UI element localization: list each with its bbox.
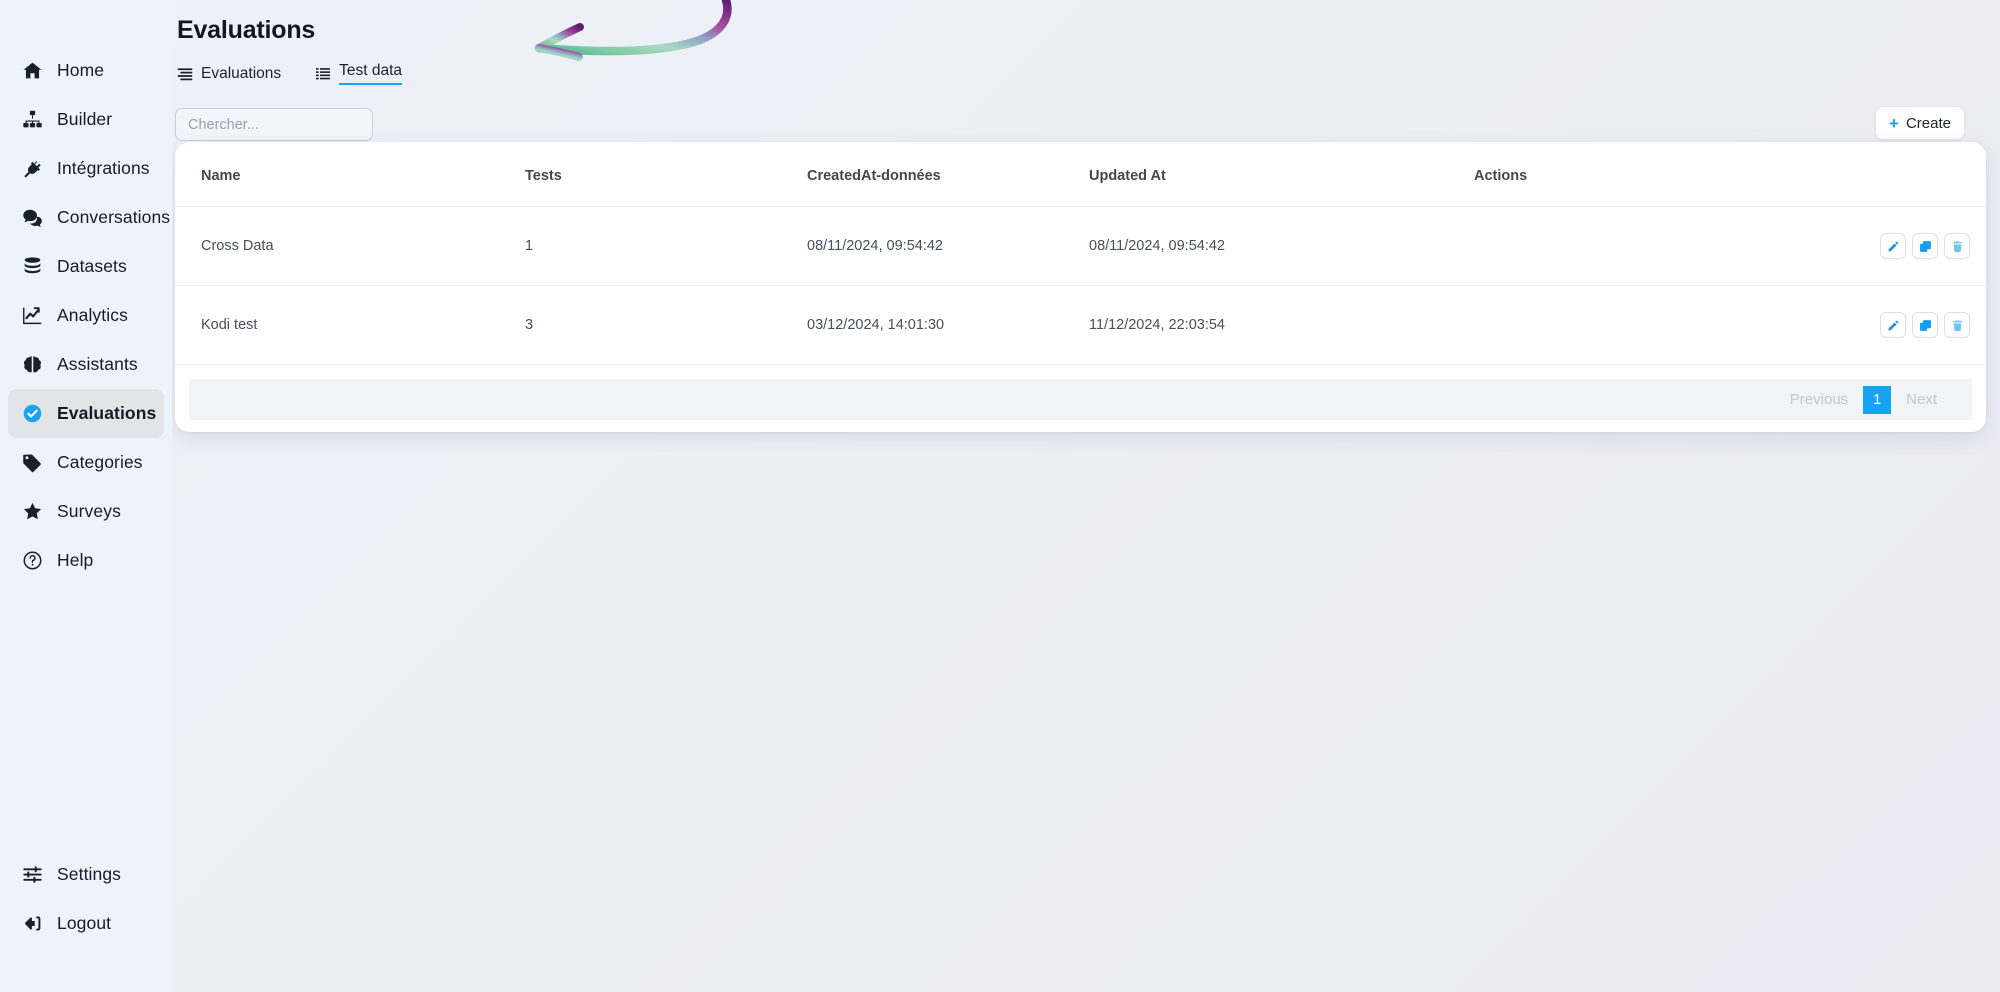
sidebar-item-label: Categories [57,452,143,472]
delete-button[interactable] [1944,312,1970,338]
list-icon [177,66,193,82]
search-input[interactable] [175,108,373,141]
sidebar-item-categories[interactable]: Categories [8,438,164,487]
duplicate-button[interactable] [1912,312,1938,338]
duplicate-button[interactable] [1912,233,1938,259]
sidebar-item-conversations[interactable]: Conversations [8,193,170,242]
cell-name: Cross Data [175,206,525,286]
decorative-arrow-icon [534,0,732,61]
sidebar-item-evaluations[interactable]: Evaluations [8,389,164,438]
main-content: Evaluations Evaluations Test data Cherch… [172,0,2000,992]
sidebar-item-label: Surveys [57,501,121,521]
column-header-name: Name [175,142,525,207]
star-icon [22,501,43,522]
sidebar-item-label: Builder [57,109,113,129]
cell-created-at: 03/12/2024, 14:01:30 [807,285,1089,365]
sidebar: Home Builder Intégrations Conversations [0,0,172,992]
chart-line-icon [22,305,43,326]
column-header-tests: Tests [525,142,807,207]
create-button[interactable]: + Create [1875,106,1965,140]
sidebar-item-label: Home [57,60,105,80]
create-button-label: Create [1905,114,1951,132]
cell-created-at: 08/11/2024, 09:54:42 [807,206,1089,286]
trash-icon [1951,240,1964,253]
pagination: Previous 1 Next [189,379,1972,420]
plus-icon: + [1889,113,1899,133]
edit-button[interactable] [1880,312,1906,338]
pagination-page-1-button[interactable]: 1 [1863,385,1892,414]
duplicate-icon [1919,240,1932,253]
column-header-created-at: CreatedAt-données [807,142,1089,207]
sidebar-item-home[interactable]: Home [8,46,164,95]
sidebar-item-logout[interactable]: Logout [8,899,164,948]
tag-icon [22,452,43,473]
sidebar-bottom-nav: Settings Logout [0,850,172,992]
sidebar-nav: Home Builder Intégrations Conversations [0,46,172,585]
table-body: Cross Data 1 08/11/2024, 09:54:42 08/11/… [175,206,1986,365]
sidebar-item-settings[interactable]: Settings [8,850,164,899]
sitemap-icon [22,109,43,130]
sidebar-item-label: Analytics [57,305,128,325]
column-header-actions: Actions [1474,142,1986,207]
brain-icon [22,354,43,375]
sidebar-item-label: Settings [57,864,122,884]
sidebar-item-label: Assistants [57,354,138,374]
table-header-row: Name Tests CreatedAt-données Updated At … [175,142,1986,207]
chat-icon [22,207,43,228]
sidebar-item-integrations[interactable]: Intégrations [8,144,164,193]
tab-label: Test data [339,62,403,85]
row-action-group [1880,233,1970,259]
delete-button[interactable] [1944,233,1970,259]
table-row[interactable]: Cross Data 1 08/11/2024, 09:54:42 08/11/… [175,206,1986,286]
logout-icon [22,913,43,934]
plug-icon [22,158,43,179]
cell-name: Kodi test [175,285,525,365]
cell-tests: 3 [525,285,807,365]
pagination-next-button[interactable]: Next [1893,385,1950,414]
duplicate-icon [1919,319,1932,332]
tab-label: Evaluations [201,64,282,82]
trash-icon [1951,319,1964,332]
page-title: Evaluations [177,16,316,44]
sidebar-item-label: Help [57,550,94,570]
tab-evaluations[interactable]: Evaluations [177,65,281,87]
tab-bar: Evaluations Test data [177,62,403,89]
edit-icon [1887,240,1900,253]
evaluations-card: Name Tests CreatedAt-données Updated At … [175,142,1986,432]
database-icon [22,256,43,277]
check-circle-icon [22,403,43,424]
sidebar-item-label: Evaluations [57,403,157,423]
cell-actions [1474,285,1986,365]
sidebar-item-builder[interactable]: Builder [8,95,164,144]
sliders-icon [22,864,43,885]
sidebar-item-analytics[interactable]: Analytics [8,291,164,340]
edit-icon [1887,319,1900,332]
sidebar-item-help[interactable]: Help [8,536,164,585]
home-icon [22,60,43,81]
cell-actions [1474,206,1986,286]
sidebar-item-assistants[interactable]: Assistants [8,340,164,389]
cell-tests: 1 [525,206,807,286]
sidebar-item-label: Logout [57,913,112,933]
cell-updated-at: 11/12/2024, 22:03:54 [1089,285,1474,365]
app-root: Home Builder Intégrations Conversations [0,0,2000,992]
cell-updated-at: 08/11/2024, 09:54:42 [1089,206,1474,286]
row-action-group [1880,312,1970,338]
sidebar-item-label: Conversations [57,207,171,227]
tab-test-data[interactable]: Test data [315,62,403,89]
edit-button[interactable] [1880,233,1906,259]
list-alt-icon [315,66,331,82]
sidebar-item-datasets[interactable]: Datasets [8,242,164,291]
column-header-updated-at: Updated At [1089,142,1474,207]
sidebar-item-label: Intégrations [57,158,150,178]
sidebar-item-label: Datasets [57,256,127,276]
pagination-previous-button[interactable]: Previous [1777,385,1861,414]
sidebar-item-surveys[interactable]: Surveys [8,487,164,536]
question-circle-icon [22,550,43,571]
table-row[interactable]: Kodi test 3 03/12/2024, 14:01:30 11/12/2… [175,285,1986,365]
table-head: Name Tests CreatedAt-données Updated At … [175,142,1986,207]
evaluations-table: Name Tests CreatedAt-données Updated At … [175,142,1986,365]
